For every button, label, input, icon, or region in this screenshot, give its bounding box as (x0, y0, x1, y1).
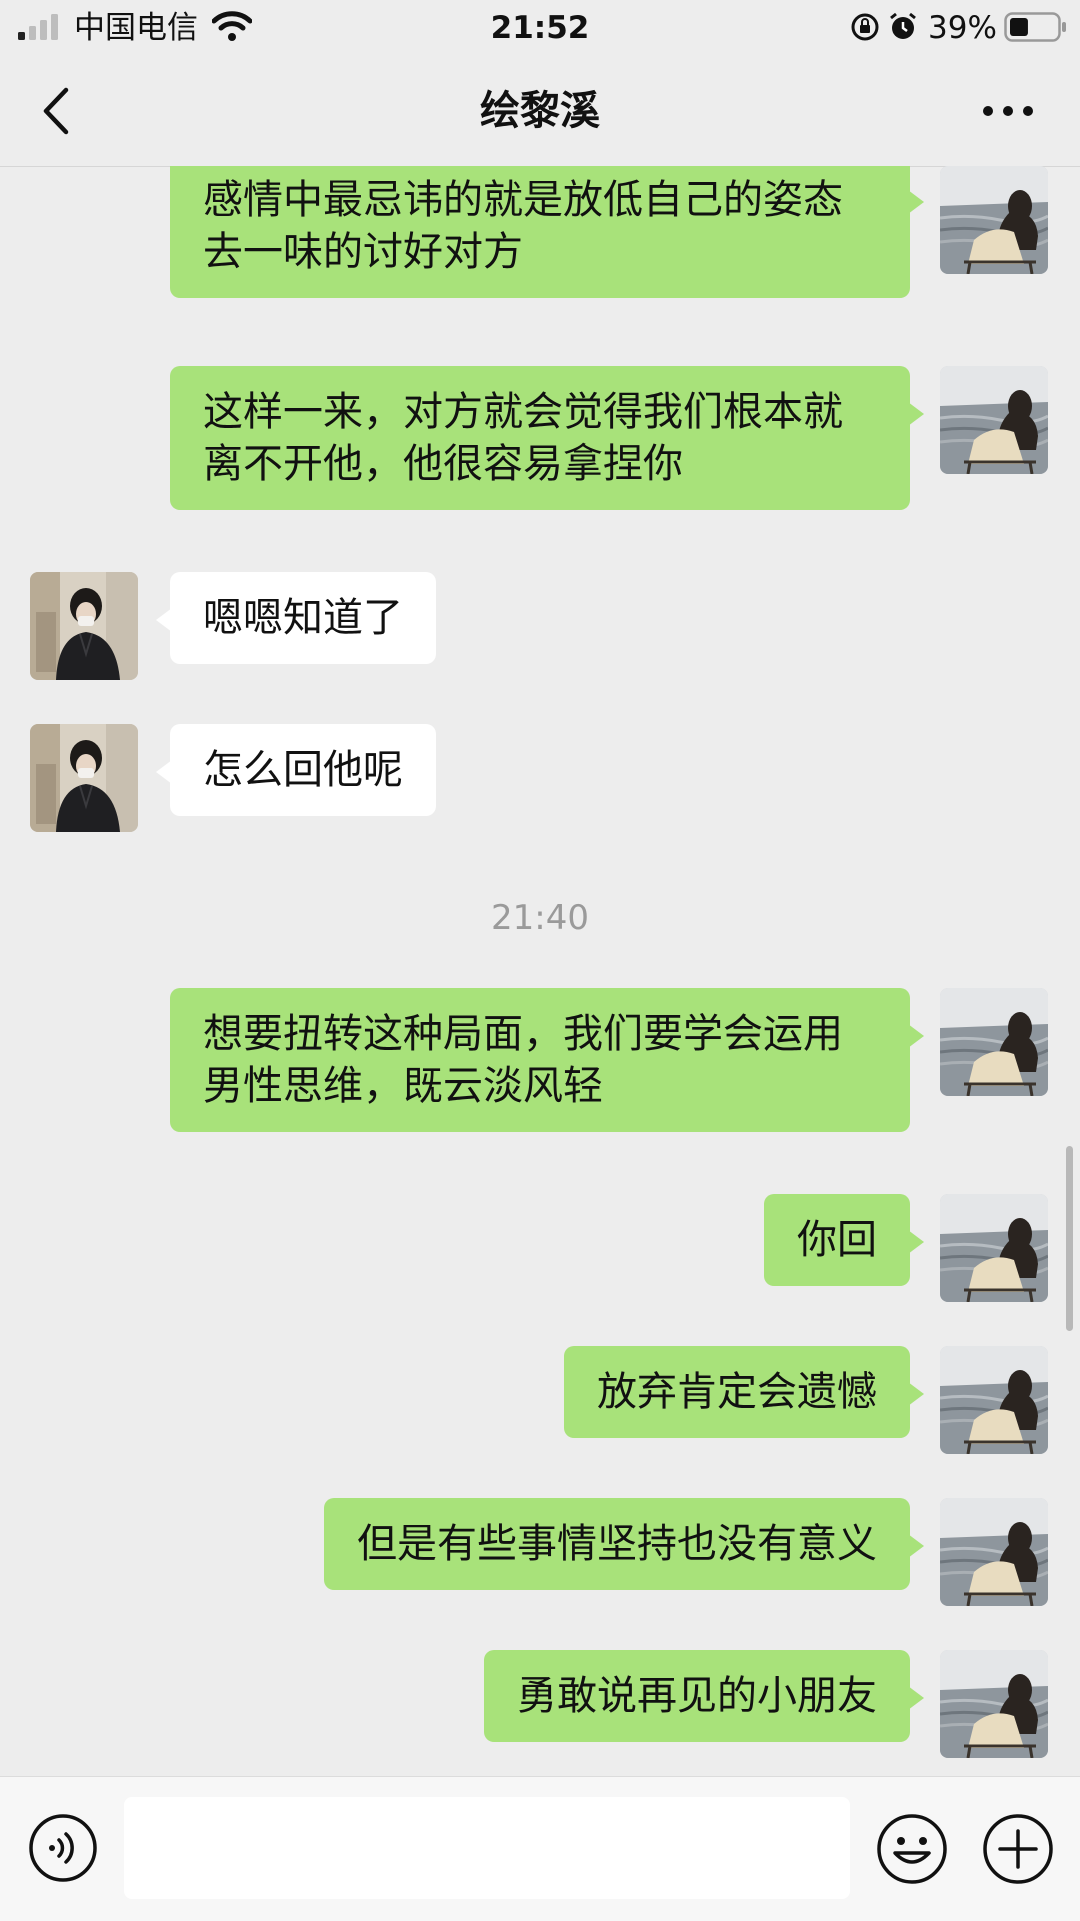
message-text: 这样一来，对方就会觉得我们根本就离不开他，他很容易拿捏你 (203, 389, 843, 487)
message-bubble-outgoing[interactable]: 但是有些事情坚持也没有意义 (324, 1498, 924, 1590)
message-bubble-outgoing[interactable]: 想要扭转这种局面，我们要学会运用男性思维，既云淡风轻 (170, 988, 924, 1132)
plus-icon[interactable] (982, 1813, 1054, 1885)
message-text: 你回 (797, 1217, 877, 1263)
chat-title: 绘黎溪 (480, 88, 600, 134)
message-text: 但是有些事情坚持也没有意义 (357, 1521, 877, 1567)
emoji-icon[interactable] (876, 1813, 948, 1885)
message-bubble-incoming[interactable]: 嗯嗯知道了 (156, 572, 436, 664)
nav-bar: 绘黎溪 (0, 56, 1080, 167)
avatar-self-image (940, 366, 1048, 474)
avatar[interactable] (940, 1194, 1048, 1302)
message-text: 嗯嗯知道了 (203, 595, 403, 641)
message-bubble-outgoing[interactable]: 勇敢说再见的小朋友 (484, 1650, 924, 1742)
message-bubble-outgoing[interactable]: 感情中最忌讳的就是放低自己的姿态去一味的讨好对方 (170, 166, 924, 298)
message-text: 勇敢说再见的小朋友 (517, 1673, 877, 1719)
voice-icon[interactable] (28, 1813, 98, 1883)
avatar[interactable] (30, 724, 138, 832)
message-text: 放弃肯定会遗憾 (597, 1369, 877, 1415)
message-input[interactable] (124, 1797, 850, 1899)
avatar[interactable] (940, 988, 1048, 1096)
avatar-self-image (940, 988, 1048, 1096)
rotation-lock-icon (851, 13, 879, 41)
message-text: 想要扭转这种局面，我们要学会运用男性思维，既云淡风轻 (203, 1011, 843, 1109)
battery-percent: 39% (928, 10, 997, 46)
message-bubble-outgoing[interactable]: 这样一来，对方就会觉得我们根本就离不开他，他很容易拿捏你 (170, 366, 924, 510)
battery-icon (1004, 12, 1066, 42)
chat-area: 感情中最忌讳的就是放低自己的姿态去一味的讨好对方 这样一来，对方就会觉得我们根本… (0, 166, 1080, 1776)
scrollbar[interactable] (1066, 1146, 1073, 1331)
avatar-self-image (940, 166, 1048, 274)
message-text: 怎么回他呢 (203, 747, 403, 793)
status-time: 21:52 (490, 10, 590, 46)
avatar-contact-image (30, 724, 138, 832)
avatar-self-image (940, 1346, 1048, 1454)
time-divider: 21:40 (491, 898, 589, 938)
avatar-self-image (940, 1498, 1048, 1606)
message-bubble-outgoing[interactable]: 你回 (764, 1194, 924, 1286)
message-bubble-incoming[interactable]: 怎么回他呢 (156, 724, 436, 816)
avatar-self-image (940, 1650, 1048, 1758)
status-bar: 中国电信 21:52 39% (0, 0, 1080, 56)
message-text: 感情中最忌讳的就是放低自己的姿态去一味的讨好对方 (203, 177, 843, 275)
avatar[interactable] (940, 166, 1048, 274)
avatar-contact-image (30, 572, 138, 680)
avatar-self-image (940, 1194, 1048, 1302)
input-bar (0, 1776, 1080, 1921)
avatar[interactable] (940, 1498, 1048, 1606)
avatar[interactable] (940, 1650, 1048, 1758)
avatar[interactable] (940, 366, 1048, 474)
message-bubble-outgoing[interactable]: 放弃肯定会遗憾 (564, 1346, 924, 1438)
more-dots-icon[interactable] (980, 94, 1036, 128)
avatar[interactable] (30, 572, 138, 680)
alarm-icon (890, 12, 916, 39)
avatar[interactable] (940, 1346, 1048, 1454)
